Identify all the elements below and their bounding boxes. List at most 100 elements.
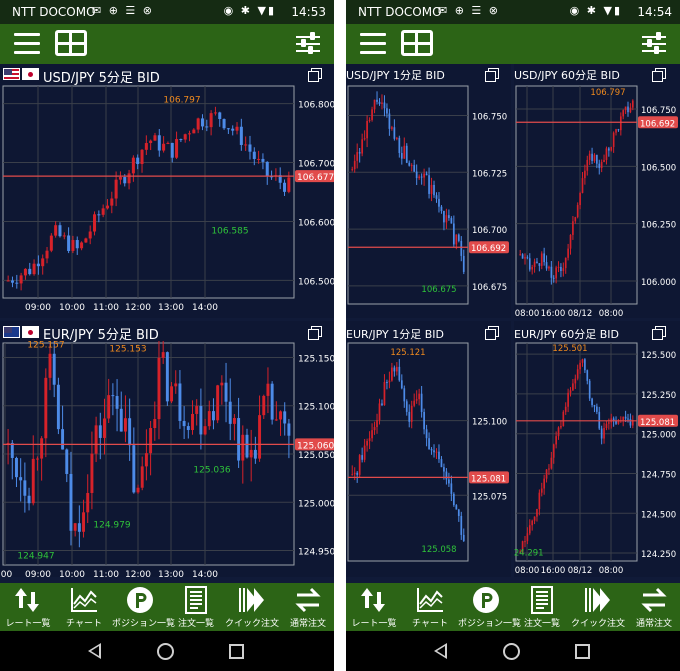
candle-body bbox=[455, 505, 458, 510]
x-tick-label: 16:00 bbox=[541, 309, 566, 318]
carrier-name: NTT DOCOMO bbox=[12, 5, 96, 19]
x-tick-label: :00 bbox=[0, 570, 13, 577]
copy-window-icon[interactable] bbox=[652, 68, 666, 82]
chart-panel-usdjpy-5m[interactable]: USD/JPY 5分足 BID 106.800 106.700 106.600 106… bbox=[0, 64, 334, 318]
nav-quick-order[interactable]: クイック注文 bbox=[224, 583, 280, 631]
candle-body bbox=[574, 217, 577, 222]
x-tick-label: 08:00 bbox=[599, 309, 624, 318]
candle-body bbox=[371, 109, 373, 120]
candle-body bbox=[200, 118, 204, 127]
nav-normal-order-label: 通常注文 bbox=[289, 619, 326, 629]
candle-body bbox=[605, 148, 608, 161]
position-p-icon bbox=[127, 587, 153, 613]
nav-chart[interactable]: チャート bbox=[402, 583, 458, 631]
candle-body bbox=[274, 419, 278, 421]
x-tick-label: 13:00 bbox=[158, 570, 184, 577]
candle-body bbox=[71, 240, 75, 251]
candle-body bbox=[140, 149, 144, 165]
current-price-label: 106.692 bbox=[640, 119, 675, 129]
chart-panel-usdjpy-1m[interactable]: USD/JPY 1分足 BID 106.750 106.725 106.700 106… bbox=[346, 64, 511, 318]
layout-grid-icon[interactable] bbox=[55, 30, 87, 56]
y-tick-label: 106.000 bbox=[641, 278, 676, 288]
back-icon[interactable] bbox=[434, 643, 447, 659]
nav-quick-order[interactable]: クイック注文 bbox=[570, 583, 626, 631]
x-tick-label: 13:00 bbox=[158, 303, 184, 313]
left-screen: NTT DOCOMO ✉ ⊕ ☰ ⊗ ◉ ✱ ▼▮ 14:53 USD/JPY … bbox=[0, 0, 334, 671]
candle-body bbox=[6, 280, 10, 282]
nav-chart[interactable]: チャート bbox=[56, 583, 112, 631]
x-tick-label: 10:00 bbox=[59, 303, 85, 313]
sliders-icon[interactable] bbox=[296, 32, 320, 56]
candle-body bbox=[450, 218, 453, 224]
nav-position-list[interactable]: ポジション一覧 bbox=[458, 583, 521, 631]
copy-window-icon[interactable] bbox=[485, 68, 499, 82]
candle-body bbox=[373, 427, 376, 431]
nav-normal-order-label: 通常注文 bbox=[635, 619, 672, 629]
recent-apps-icon[interactable] bbox=[229, 644, 244, 659]
chart-panel-usdjpy-60m[interactable]: USD/JPY 60分足 BID 106.750 106.500 106.250 10… bbox=[514, 64, 680, 318]
copy-window-icon[interactable] bbox=[308, 68, 322, 82]
candle-body bbox=[373, 99, 376, 110]
y-tick-label: 125.250 bbox=[641, 391, 676, 401]
copy-window-icon[interactable] bbox=[485, 326, 499, 340]
sliders-icon[interactable] bbox=[642, 32, 666, 56]
candle-body bbox=[40, 438, 44, 459]
candle-body bbox=[157, 135, 161, 151]
hamburger-menu-icon[interactable] bbox=[360, 33, 386, 55]
candle-body bbox=[413, 400, 416, 406]
position-p-icon bbox=[473, 587, 499, 613]
nav-rate-list-label: レート一覧 bbox=[5, 619, 51, 629]
chart-title: EUR/JPY 60分足 BID bbox=[514, 328, 619, 341]
candle-body bbox=[423, 411, 425, 430]
candle-body bbox=[443, 210, 445, 223]
copy-window-icon[interactable] bbox=[308, 326, 322, 340]
nav-order-list-label: 注文一覧 bbox=[177, 619, 214, 629]
candle-body bbox=[631, 100, 634, 108]
candle-body bbox=[10, 442, 14, 458]
candle-body bbox=[540, 253, 543, 266]
candle-body bbox=[80, 242, 84, 249]
right-screen: NTT DOCOMO ✉ ⊕ ☰ ⊗ ◉ ✱ ▼▮ 14:54 USD/JPY … bbox=[346, 0, 680, 671]
candle-body bbox=[391, 367, 393, 381]
y-tick-label: 106.700 bbox=[298, 160, 334, 170]
x-tick-label: 12:00 bbox=[125, 303, 151, 313]
candle-body bbox=[574, 378, 577, 384]
back-icon[interactable] bbox=[88, 643, 101, 659]
candle-body bbox=[88, 231, 92, 239]
candle-body bbox=[261, 158, 265, 162]
nav-rate-list[interactable]: レート一覧 bbox=[346, 583, 402, 631]
candle-body bbox=[548, 468, 550, 470]
nav-rate-list[interactable]: レート一覧 bbox=[0, 583, 56, 631]
candle-body bbox=[557, 266, 560, 268]
clock: 14:53 bbox=[291, 5, 326, 19]
candle-body bbox=[363, 138, 366, 140]
chart-line-icon bbox=[71, 588, 97, 612]
currency-flags bbox=[3, 326, 39, 338]
candle-body bbox=[283, 182, 287, 192]
chart-panel-eurjpy-60m[interactable]: EUR/JPY 60分足 BID 125.500 125.250 125.000 12… bbox=[514, 321, 680, 577]
recent-apps-icon[interactable] bbox=[575, 644, 590, 659]
chart-panel-eurjpy-1m[interactable]: EUR/JPY 1分足 BID 125.100 125.075 125.081 125… bbox=[346, 321, 511, 577]
nav-normal-order[interactable]: 通常注文 bbox=[280, 583, 334, 631]
hamburger-menu-icon[interactable] bbox=[14, 33, 40, 55]
candle-body bbox=[400, 380, 403, 389]
nav-quick-order-label: クイック注文 bbox=[570, 619, 625, 629]
home-icon[interactable] bbox=[503, 643, 520, 660]
chart-panel-eurjpy-5m[interactable]: EUR/JPY 5分足 BID 125.150 125.100 125.050 125… bbox=[0, 321, 334, 577]
candle-body bbox=[428, 438, 430, 450]
candle-body bbox=[598, 163, 601, 168]
layout-grid-icon[interactable] bbox=[401, 30, 433, 56]
nav-position-list[interactable]: ポジション一覧 bbox=[112, 583, 175, 631]
x-tick-label: 08:00 bbox=[515, 309, 540, 318]
candle-body bbox=[195, 406, 199, 414]
nav-order-list[interactable]: 注文一覧 bbox=[514, 583, 570, 631]
candle-body bbox=[405, 145, 408, 163]
candle-body bbox=[140, 466, 144, 488]
nav-order-list[interactable]: 注文一覧 bbox=[168, 583, 224, 631]
nav-normal-order[interactable]: 通常注文 bbox=[626, 583, 680, 631]
x-tick-label: 11:00 bbox=[93, 570, 119, 577]
quick-order-icon bbox=[239, 588, 264, 612]
copy-window-icon[interactable] bbox=[652, 326, 666, 340]
candle-body bbox=[248, 144, 252, 152]
home-icon[interactable] bbox=[157, 643, 174, 660]
